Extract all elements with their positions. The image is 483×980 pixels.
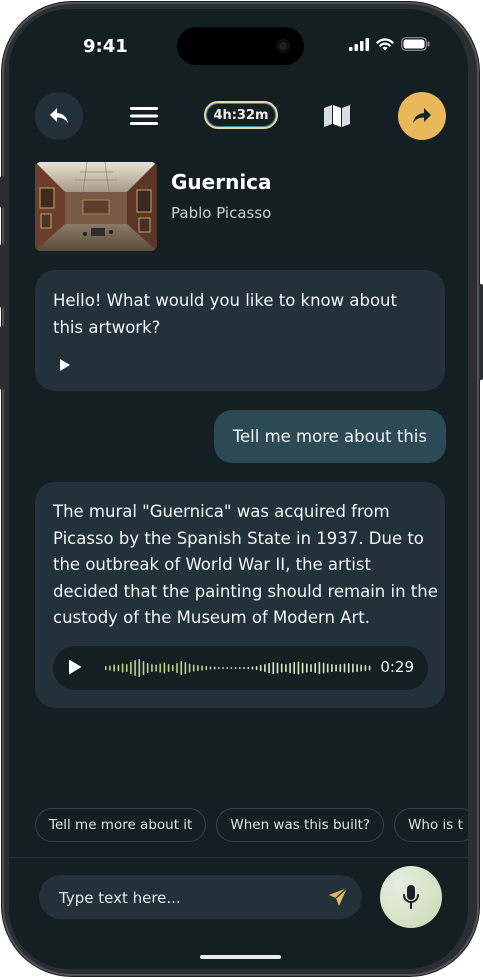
message-composer — [39, 875, 362, 921]
status-icons — [349, 37, 430, 51]
audio-waveform[interactable] — [103, 646, 375, 690]
message-text: Hello! What would you like to know about… — [53, 291, 397, 337]
status-bar: 9:41 — [9, 9, 468, 79]
assistant-message: The mural "Guernica" was acquired from P… — [35, 482, 445, 708]
play-icon — [60, 359, 70, 371]
play-audio-button[interactable] — [67, 658, 83, 680]
map-icon — [324, 105, 350, 127]
share-button[interactable] — [398, 92, 446, 140]
user-message: Tell me more about this — [213, 410, 446, 463]
play-audio-button[interactable] — [59, 357, 71, 376]
message-input[interactable] — [57, 875, 321, 921]
menu-button[interactable] — [120, 92, 168, 140]
map-button[interactable] — [313, 92, 361, 140]
suggestion-chips: Tell me more about it When was this built… — [35, 808, 468, 844]
suggestion-chip[interactable]: When was this built? — [216, 808, 385, 842]
side-button — [0, 176, 4, 208]
suggestion-chip[interactable]: Tell me more about it — [35, 808, 207, 842]
microphone-icon — [403, 885, 419, 909]
send-icon — [329, 887, 348, 906]
hamburger-menu-icon — [130, 107, 158, 125]
artwork-artist: Pablo Picasso — [171, 204, 272, 222]
volume-up-button — [0, 244, 4, 308]
share-arrow-icon — [413, 108, 431, 123]
app-screen: 9:41 4h:32m Guernica Pablo Picasso Hello… — [9, 9, 468, 969]
wifi-icon — [376, 37, 394, 50]
dynamic-island — [177, 27, 304, 65]
power-button — [479, 284, 483, 380]
message-text: Tell me more about this — [232, 427, 427, 446]
artwork-thumbnail — [35, 162, 157, 251]
status-time: 9:41 — [83, 36, 128, 57]
divider — [9, 857, 468, 858]
assistant-message: Hello! What would you like to know about… — [35, 270, 445, 391]
tour-timer: 4h:32m — [204, 101, 278, 129]
microphone-button[interactable] — [380, 866, 442, 928]
artwork-title: Guernica — [171, 170, 272, 194]
artwork-header[interactable]: Guernica Pablo Picasso — [35, 162, 455, 254]
top-toolbar: 4h:32m — [9, 90, 468, 144]
send-button[interactable] — [328, 887, 348, 911]
home-indicator — [200, 955, 281, 959]
volume-down-button — [0, 326, 4, 390]
signal-icon — [349, 37, 369, 51]
audio-player[interactable]: 0:29 — [53, 646, 428, 690]
play-icon — [69, 659, 82, 675]
suggestion-chip[interactable]: Who is t — [394, 808, 468, 842]
battery-icon — [401, 37, 430, 51]
message-text: The mural "Guernica" was acquired from P… — [53, 502, 438, 627]
back-arrow-icon — [50, 108, 68, 123]
audio-duration: 0:29 — [380, 658, 414, 676]
back-button[interactable] — [35, 92, 83, 140]
